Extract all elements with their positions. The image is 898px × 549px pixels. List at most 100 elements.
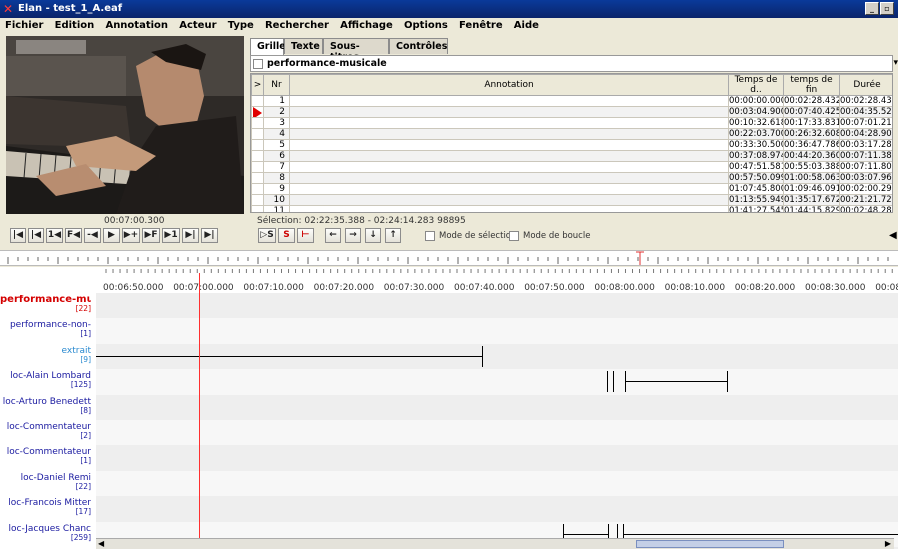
column-header-marker[interactable]: >	[251, 74, 264, 96]
column-header-annotation[interactable]: Annotation	[289, 74, 729, 96]
annotation-boundary[interactable]	[727, 371, 728, 393]
tier-label[interactable]: performance-mu [22]	[0, 295, 94, 313]
chevron-down-icon[interactable]: ▾	[893, 58, 898, 68]
tier-checkbox[interactable]	[253, 59, 263, 69]
table-row[interactable]: 10 01:13:55.949 01:35:17.672 00:21:21.723	[251, 194, 892, 206]
horizontal-scrollbar[interactable]: ◀ ▶	[96, 538, 894, 549]
tier-label[interactable]: loc-Alain Lombard [125]	[0, 371, 94, 389]
tier-lane[interactable]	[96, 445, 898, 471]
tab-grille[interactable]: Grille	[250, 38, 286, 55]
cell-duration[interactable]: 00:07:11.386	[839, 150, 892, 162]
selection-boundary-button[interactable]: ⊢	[297, 228, 314, 243]
table-row[interactable]: 9 01:07:45.800 01:09:46.091 00:02:00.291	[251, 183, 892, 195]
cell-start-time[interactable]: 00:03:04.900	[728, 106, 784, 118]
go-to-begin-button[interactable]: |◀	[10, 228, 26, 243]
tab-texte[interactable]: Texte	[284, 38, 323, 54]
cell-start-time[interactable]: 01:07:45.800	[728, 183, 784, 195]
cell-start-time[interactable]: 00:33:30.500	[728, 139, 784, 151]
cell-duration[interactable]: 00:07:11.807	[839, 161, 892, 173]
tier-lane[interactable]	[96, 394, 898, 420]
tier-lane[interactable]	[96, 369, 898, 395]
cell-nr[interactable]: 8	[263, 172, 290, 184]
cell-duration[interactable]: 00:02:48.284	[839, 205, 892, 212]
annotation-boundary[interactable]	[607, 371, 608, 393]
cell-start-time[interactable]: 00:37:08.974	[728, 150, 784, 162]
play-button[interactable]: ▶	[103, 228, 120, 243]
volume-icon[interactable]: ◀	[889, 230, 897, 241]
lower-annotation-button[interactable]: ↓	[365, 228, 381, 243]
clear-selection-button[interactable]: S	[278, 228, 295, 243]
cell-start-time[interactable]: 00:57:50.099	[728, 172, 784, 184]
cell-annotation[interactable]	[289, 161, 729, 173]
next-scrollview-button[interactable]: ▶|	[182, 228, 199, 243]
cell-duration[interactable]: 00:02:28.432	[839, 95, 892, 107]
cell-annotation[interactable]	[289, 205, 729, 212]
tier-lane[interactable]	[96, 420, 898, 446]
cell-nr[interactable]: 10	[263, 194, 290, 206]
timeline-viewer[interactable]: 00:06:50.000 00:07:00.000 00:07:10.000 00:0…	[0, 267, 898, 549]
cell-end-time[interactable]: 00:02:28.432	[783, 95, 840, 107]
cell-annotation[interactable]	[289, 172, 729, 184]
next-pixel-button[interactable]: ▶+	[122, 228, 140, 243]
go-to-end-button[interactable]: ▶|	[201, 228, 218, 243]
annotation-segment[interactable]	[96, 355, 482, 357]
cell-start-time[interactable]: 01:13:55.949	[728, 194, 784, 206]
cell-nr[interactable]: 4	[263, 128, 290, 140]
tier-label[interactable]: loc-Jacques Chanc [259]	[0, 524, 94, 542]
annotation-segment[interactable]	[563, 533, 608, 535]
cell-nr[interactable]: 3	[263, 117, 290, 129]
mode-boucle-checkbox[interactable]	[509, 231, 519, 241]
cell-nr[interactable]: 6	[263, 150, 290, 162]
cell-end-time[interactable]: 01:35:17.672	[783, 194, 840, 206]
menu-rechercher[interactable]: Rechercher	[260, 18, 332, 31]
table-row[interactable]: 3 00:10:32.618 00:17:33.831 00:07:01.213	[251, 117, 892, 129]
column-header-end[interactable]: temps de fin	[783, 74, 840, 96]
tier-label[interactable]: loc-Commentateur [2]	[0, 422, 94, 440]
tier-lane[interactable]	[96, 293, 898, 319]
cell-duration[interactable]: 00:07:01.213	[839, 117, 892, 129]
cell-duration[interactable]: 00:03:07.964	[839, 172, 892, 184]
tier-lane[interactable]	[96, 318, 898, 344]
playhead-crosshair[interactable]	[199, 273, 200, 549]
next-annotation-button[interactable]: →	[345, 228, 361, 243]
cell-annotation[interactable]	[289, 194, 729, 206]
annotation-boundary[interactable]	[482, 345, 483, 367]
cell-end-time[interactable]: 00:17:33.831	[783, 117, 840, 129]
overview-ruler[interactable]	[0, 250, 898, 266]
tab-controles[interactable]: Contrôles	[389, 38, 448, 54]
cell-annotation[interactable]	[289, 95, 729, 107]
cell-start-time[interactable]: 01:41:27.545	[728, 205, 784, 212]
previous-frame-button[interactable]: F◀	[65, 228, 82, 243]
upper-annotation-button[interactable]: ↑	[385, 228, 401, 243]
cell-annotation[interactable]	[289, 117, 729, 129]
table-row[interactable]: 1 00:00:00.000 00:02:28.432 00:02:28.432	[251, 95, 892, 107]
menu-options[interactable]: Options	[399, 18, 451, 31]
cell-duration[interactable]: 00:03:17.286	[839, 139, 892, 151]
cell-end-time[interactable]: 01:44:15.829	[783, 205, 840, 212]
column-header-duration[interactable]: Durée	[839, 74, 892, 96]
tier-label[interactable]: loc-Daniel Remi [22]	[0, 473, 94, 491]
play-selection-button[interactable]: ▷S	[258, 228, 276, 243]
column-header-start[interactable]: Temps de d..	[728, 74, 784, 96]
cell-nr[interactable]: 1	[263, 95, 290, 107]
tier-selector[interactable]: performance-musicale ▾	[250, 55, 898, 72]
previous-scrollview-button[interactable]: |◀	[28, 228, 44, 243]
cell-nr[interactable]: 7	[263, 161, 290, 173]
cell-start-time[interactable]: 00:22:03.700	[728, 128, 784, 140]
scrollbar-thumb[interactable]	[636, 540, 784, 548]
column-header-nr[interactable]: Nr	[263, 74, 290, 96]
cell-annotation[interactable]	[289, 150, 729, 162]
cell-duration[interactable]: 00:21:21.723	[839, 194, 892, 206]
cell-nr[interactable]: 11	[263, 205, 290, 212]
cell-start-time[interactable]: 00:00:00.000	[728, 95, 784, 107]
mode-selection-checkbox[interactable]	[425, 231, 435, 241]
previous-annotation-button[interactable]: ←	[325, 228, 341, 243]
table-row[interactable]: 5 00:33:30.500 00:36:47.786 00:03:17.286	[251, 139, 892, 151]
annotation-segment[interactable]	[625, 381, 727, 383]
cell-end-time[interactable]: 00:55:03.388	[783, 161, 840, 173]
menu-acteur[interactable]: Acteur	[174, 18, 219, 31]
cell-end-time[interactable]: 01:09:46.091	[783, 183, 840, 195]
menu-type[interactable]: Type	[223, 18, 257, 31]
cell-end-time[interactable]: 01:00:58.063	[783, 172, 840, 184]
cell-start-time[interactable]: 00:10:32.618	[728, 117, 784, 129]
